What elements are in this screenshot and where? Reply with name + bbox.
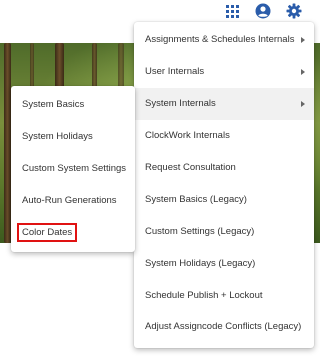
system-internals-submenu: System Basics System Holidays Custom Sys… bbox=[11, 86, 135, 252]
menu-item-label: System Basics (Legacy) bbox=[145, 193, 247, 205]
menu-item-system-internals[interactable]: System Internals bbox=[134, 87, 314, 120]
submenu-item-system-basics[interactable]: System Basics bbox=[11, 88, 135, 120]
menu-item-label: System Basics bbox=[22, 98, 85, 110]
submenu-item-system-holidays[interactable]: System Holidays bbox=[11, 120, 135, 152]
menu-item-system-holidays-legacy[interactable]: System Holidays (Legacy) bbox=[134, 247, 314, 279]
menu-item-label: System Holidays (Legacy) bbox=[145, 257, 256, 269]
menu-item-label: System Internals bbox=[145, 98, 216, 110]
gear-icon[interactable] bbox=[285, 2, 303, 20]
settings-dropdown-menu: Assignments & Schedules Internals User I… bbox=[134, 22, 314, 348]
chevron-right-icon bbox=[301, 68, 305, 75]
menu-item-label: Schedule Publish + Lockout bbox=[145, 289, 263, 301]
submenu-item-custom-system-settings[interactable]: Custom System Settings bbox=[11, 152, 135, 184]
menu-item-label: System Holidays bbox=[22, 130, 93, 142]
menu-item-label: User Internals bbox=[145, 66, 205, 78]
chevron-right-icon bbox=[301, 100, 305, 107]
menu-item-custom-settings-legacy[interactable]: Custom Settings (Legacy) bbox=[134, 215, 314, 247]
menu-item-system-basics-legacy[interactable]: System Basics (Legacy) bbox=[134, 183, 314, 215]
apps-grid-icon[interactable] bbox=[223, 2, 241, 20]
menu-item-request-consultation[interactable]: Request Consultation bbox=[134, 152, 314, 184]
menu-item-label: Custom Settings (Legacy) bbox=[145, 225, 255, 237]
submenu-item-auto-run-generations[interactable]: Auto-Run Generations bbox=[11, 184, 135, 216]
menu-item-label: Adjust Assigncode Conflicts (Legacy) bbox=[145, 321, 302, 333]
top-bar bbox=[0, 0, 320, 22]
menu-item-label: Request Consultation bbox=[145, 162, 236, 173]
menu-item-adjust-assigncode-conflicts-legacy[interactable]: Adjust Assigncode Conflicts (Legacy) bbox=[134, 311, 314, 343]
menu-item-user-internals[interactable]: User Internals bbox=[134, 56, 314, 88]
chevron-right-icon bbox=[301, 36, 305, 43]
menu-item-label: Custom System Settings bbox=[22, 162, 127, 174]
menu-item-label: Color Dates bbox=[16, 222, 78, 242]
submenu-item-color-dates[interactable]: Color Dates bbox=[11, 216, 135, 248]
menu-item-label: Assignments & Schedules Internals bbox=[145, 34, 295, 46]
menu-item-assignments-schedules-internals[interactable]: Assignments & Schedules Internals bbox=[134, 24, 314, 56]
menu-item-schedule-publish-lockout[interactable]: Schedule Publish + Lockout bbox=[134, 279, 314, 311]
menu-item-clockwork-internals[interactable]: ClockWork Internals bbox=[134, 120, 314, 152]
menu-item-label: ClockWork Internals bbox=[145, 130, 230, 142]
menu-item-label: Auto-Run Generations bbox=[22, 194, 117, 206]
account-circle-icon[interactable] bbox=[254, 2, 272, 20]
